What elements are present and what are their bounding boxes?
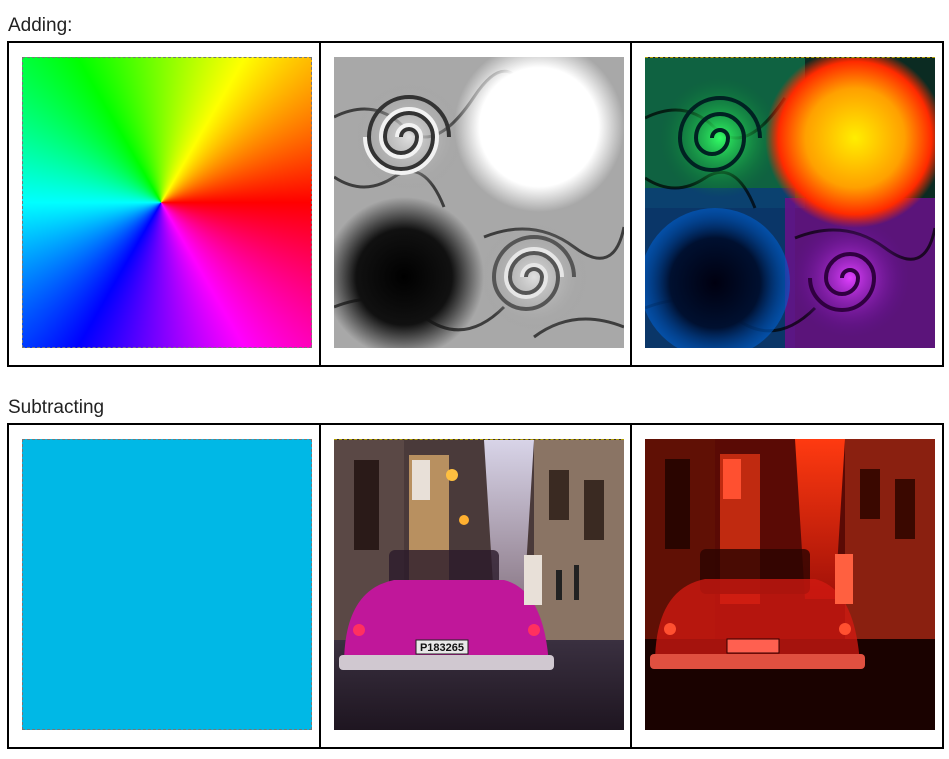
pink-car-photo: P183265: [333, 439, 624, 730]
hue-wheel-image: [22, 57, 312, 348]
section-title-adding: Adding:: [8, 15, 73, 36]
subtracting-table: P183265: [7, 423, 944, 749]
clouds-swirl-image: [333, 57, 624, 348]
red-car-photo: [645, 439, 936, 730]
adding-table: [7, 41, 944, 367]
adding-cell-hue: [7, 41, 321, 367]
subtracting-cell-car-red: [630, 423, 944, 749]
subtracting-cell-cyan: [7, 423, 321, 749]
section-title-subtracting: Subtracting: [8, 397, 105, 418]
license-plate-text: P183265: [420, 642, 464, 654]
combined-swirl-image: [645, 57, 936, 348]
cyan-fill-image: [22, 439, 312, 730]
adding-cell-clouds: [318, 41, 633, 367]
subtracting-cell-car: P183265: [318, 423, 633, 749]
adding-cell-combined: [630, 41, 944, 367]
